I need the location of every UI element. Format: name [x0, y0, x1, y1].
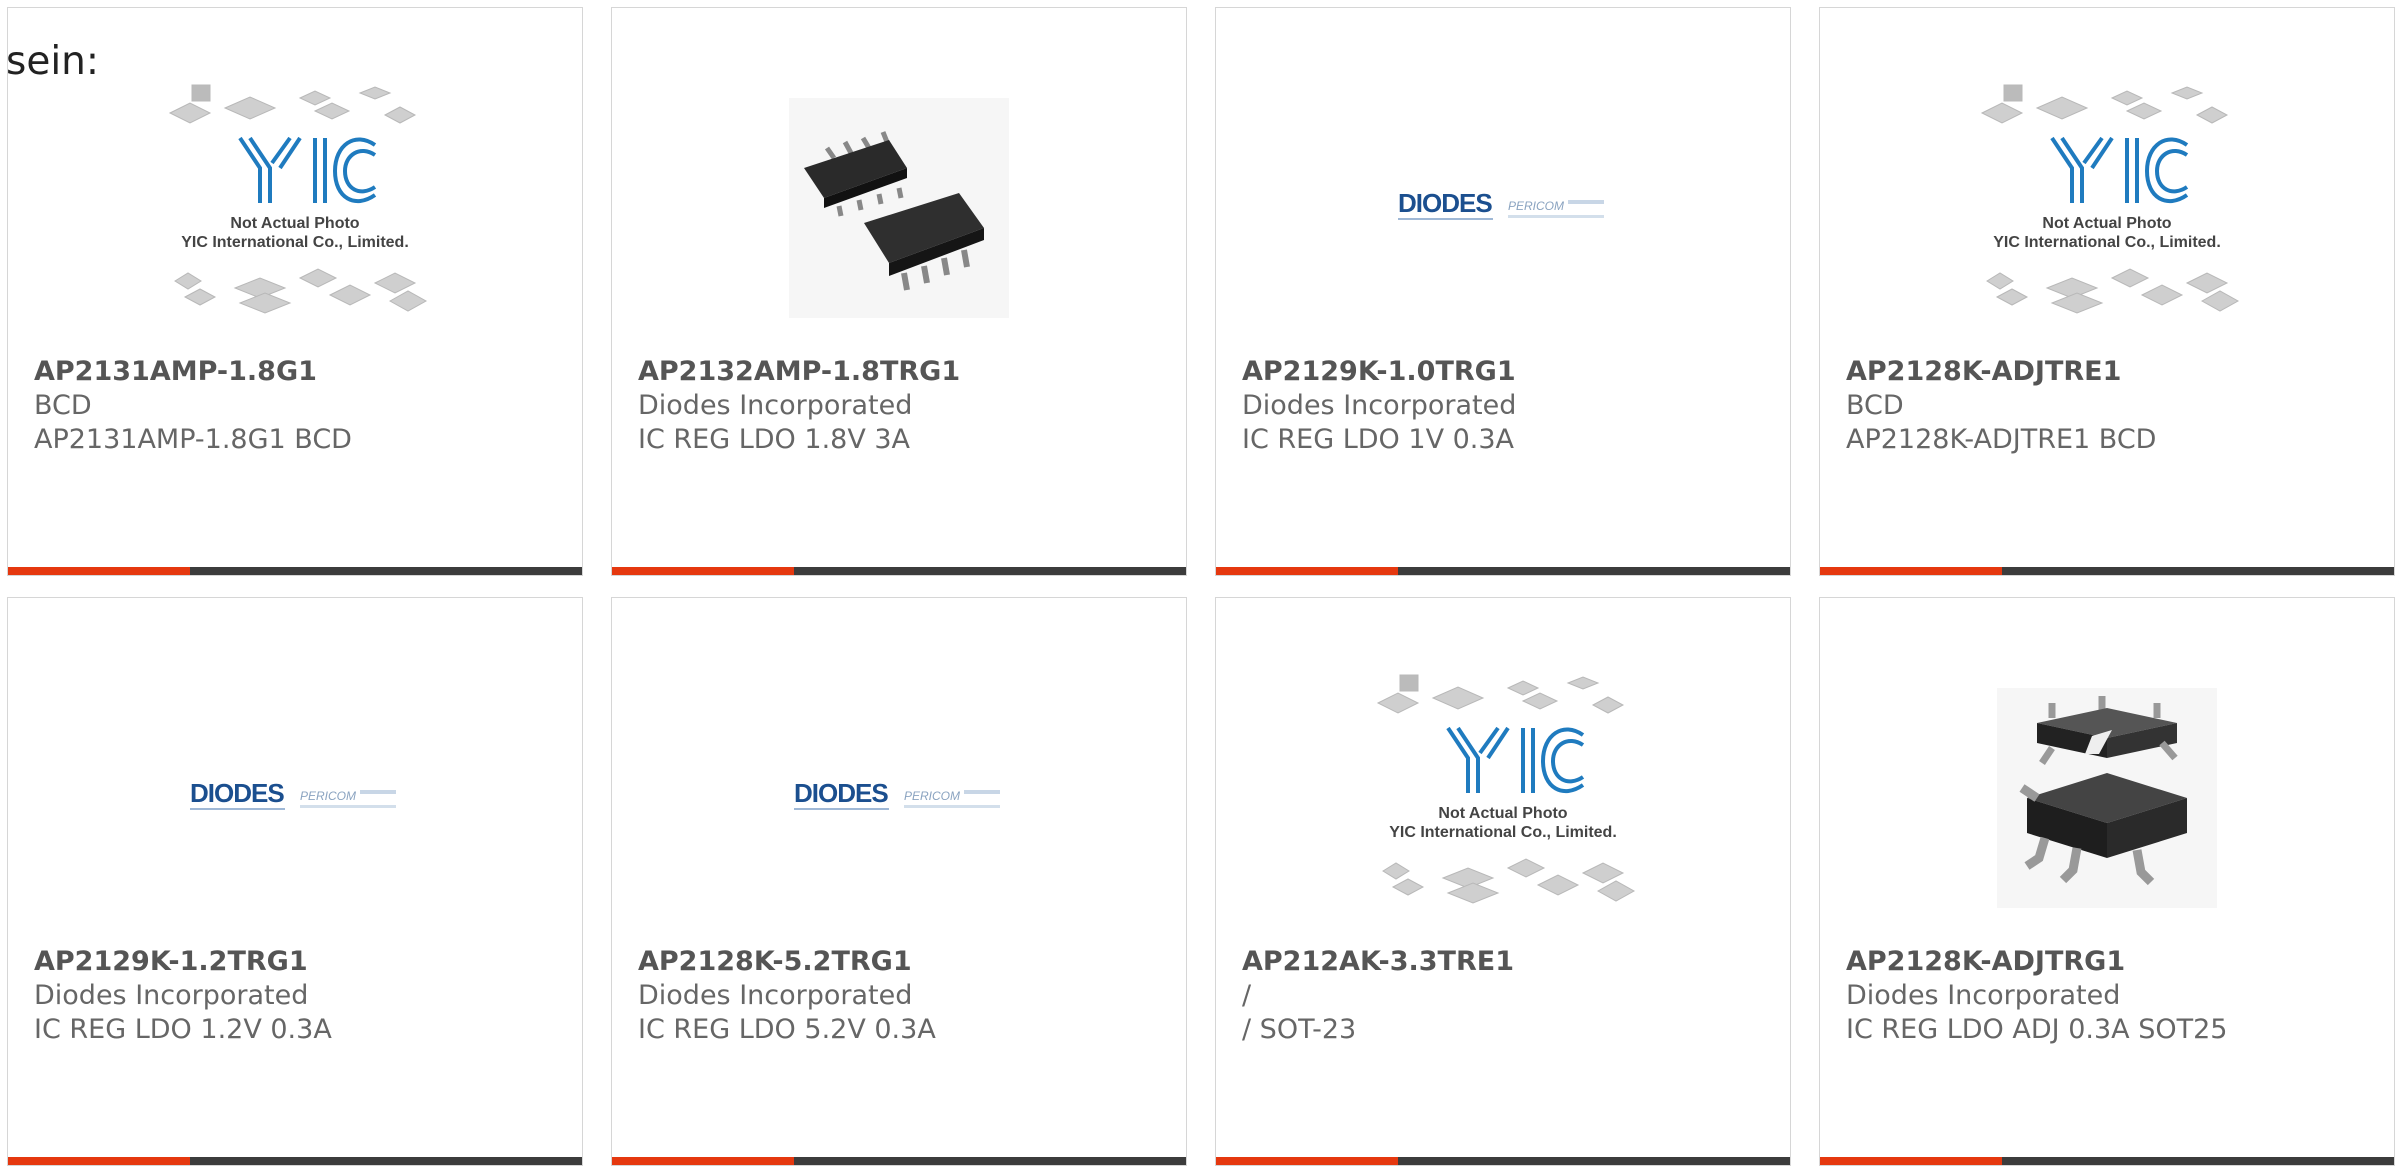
diodes-brand: DIODES: [1398, 188, 1492, 218]
card-footer-bar: [8, 567, 582, 575]
card-accent-bar: [8, 567, 190, 575]
card-accent-bar: [8, 1157, 190, 1165]
placeholder-line2: YIC International Co., Limited.: [1389, 824, 1617, 841]
card-footer-bar: [8, 1157, 582, 1165]
product-part-number[interactable]: AP212AK-3.3TRE1: [1242, 946, 1514, 977]
product-manufacturer: Diodes Incorporated: [34, 980, 309, 1011]
product-part-number[interactable]: AP2129K-1.0TRG1: [1242, 356, 1516, 387]
product-card[interactable]: DIODES PERICOM AP2128K-5.2TRG1 Diodes In…: [611, 597, 1187, 1166]
diodes-logo-image: DIODES PERICOM: [1398, 188, 1604, 220]
soic8-chip-image: [789, 98, 1009, 318]
pericom-brand: PERICOM: [300, 789, 356, 803]
product-part-number[interactable]: AP2128K-ADJTRE1: [1846, 356, 2121, 387]
product-card[interactable]: Not Actual Photo YIC International Co., …: [7, 7, 583, 576]
product-image[interactable]: Not Actual Photo YIC International Co., …: [1368, 662, 1638, 934]
diodes-logo-image: DIODES PERICOM: [794, 778, 1000, 810]
product-card[interactable]: Not Actual Photo YIC International Co., …: [1215, 597, 1791, 1166]
pericom-brand: PERICOM: [904, 789, 960, 803]
product-image[interactable]: Not Actual Photo YIC International Co., …: [160, 72, 430, 344]
product-part-number[interactable]: AP2131AMP-1.8G1: [34, 356, 317, 387]
card-accent-bar: [1216, 1157, 1398, 1165]
product-image[interactable]: DIODES PERICOM: [160, 662, 430, 934]
product-description: IC REG LDO 1.2V 0.3A: [34, 1014, 332, 1045]
yic-placeholder-image: Not Actual Photo YIC International Co., …: [1980, 84, 2240, 314]
card-footer-bar: [612, 1157, 1186, 1165]
product-description: AP2128K-ADJTRE1 BCD: [1846, 424, 2157, 455]
placeholder-line1: Not Actual Photo: [2042, 215, 2171, 232]
card-footer-bar: [1820, 1157, 2394, 1165]
yic-placeholder-image: Not Actual Photo YIC International Co., …: [168, 84, 428, 314]
product-image[interactable]: Not Actual Photo YIC International Co., …: [1972, 72, 2242, 344]
product-description: / SOT-23: [1242, 1014, 1357, 1045]
card-footer-bar: [1820, 567, 2394, 575]
product-description: IC REG LDO 1V 0.3A: [1242, 424, 1515, 455]
product-card[interactable]: Not Actual Photo YIC International Co., …: [1819, 7, 2395, 576]
card-footer-bar: [1216, 567, 1790, 575]
product-manufacturer: Diodes Incorporated: [638, 390, 913, 421]
product-image[interactable]: [764, 72, 1034, 344]
product-description: IC REG LDO 5.2V 0.3A: [638, 1014, 936, 1045]
product-part-number[interactable]: AP2128K-5.2TRG1: [638, 946, 912, 977]
placeholder-line2: YIC International Co., Limited.: [1993, 234, 2221, 251]
product-manufacturer: BCD: [1846, 390, 1904, 421]
product-description: IC REG LDO 1.8V 3A: [638, 424, 911, 455]
product-card[interactable]: DIODES PERICOM AP2129K-1.2TRG1 Diodes In…: [7, 597, 583, 1166]
sot25-chip-image: [1997, 688, 2217, 908]
card-footer-bar: [612, 567, 1186, 575]
card-accent-bar: [1820, 567, 2002, 575]
product-image[interactable]: DIODES PERICOM: [1368, 72, 1638, 344]
product-description: AP2131AMP-1.8G1 BCD: [34, 424, 352, 455]
product-manufacturer: Diodes Incorporated: [1242, 390, 1517, 421]
placeholder-line1: Not Actual Photo: [1438, 805, 1567, 822]
product-card[interactable]: AP2132AMP-1.8TRG1 Diodes Incorporated IC…: [611, 7, 1187, 576]
product-image[interactable]: [1972, 662, 2242, 934]
card-accent-bar: [1820, 1157, 2002, 1165]
product-part-number[interactable]: AP2132AMP-1.8TRG1: [638, 356, 960, 387]
product-card[interactable]: AP2128K-ADJTRG1 Diodes Incorporated IC R…: [1819, 597, 2395, 1166]
placeholder-line1: Not Actual Photo: [230, 215, 359, 232]
placeholder-line2: YIC International Co., Limited.: [181, 234, 409, 251]
product-part-number[interactable]: AP2128K-ADJTRG1: [1846, 946, 2125, 977]
product-card[interactable]: DIODES PERICOM AP2129K-1.0TRG1 Diodes In…: [1215, 7, 1791, 576]
product-manufacturer: BCD: [34, 390, 92, 421]
card-footer-bar: [1216, 1157, 1790, 1165]
pericom-brand: PERICOM: [1508, 199, 1564, 213]
card-accent-bar: [612, 567, 794, 575]
card-accent-bar: [1216, 567, 1398, 575]
product-grid: Not Actual Photo YIC International Co., …: [0, 0, 2400, 1166]
diodes-logo-image: DIODES PERICOM: [190, 778, 396, 810]
yic-placeholder-image: Not Actual Photo YIC International Co., …: [1376, 674, 1636, 904]
product-part-number[interactable]: AP2129K-1.2TRG1: [34, 946, 308, 977]
product-manufacturer: Diodes Incorporated: [638, 980, 913, 1011]
diodes-brand: DIODES: [190, 778, 284, 808]
diodes-brand: DIODES: [794, 778, 888, 808]
intro-text: sein:: [6, 39, 100, 84]
product-manufacturer: Diodes Incorporated: [1846, 980, 2121, 1011]
product-manufacturer: /: [1242, 980, 1252, 1011]
product-image[interactable]: DIODES PERICOM: [764, 662, 1034, 934]
product-description: IC REG LDO ADJ 0.3A SOT25: [1846, 1014, 2228, 1045]
card-accent-bar: [612, 1157, 794, 1165]
